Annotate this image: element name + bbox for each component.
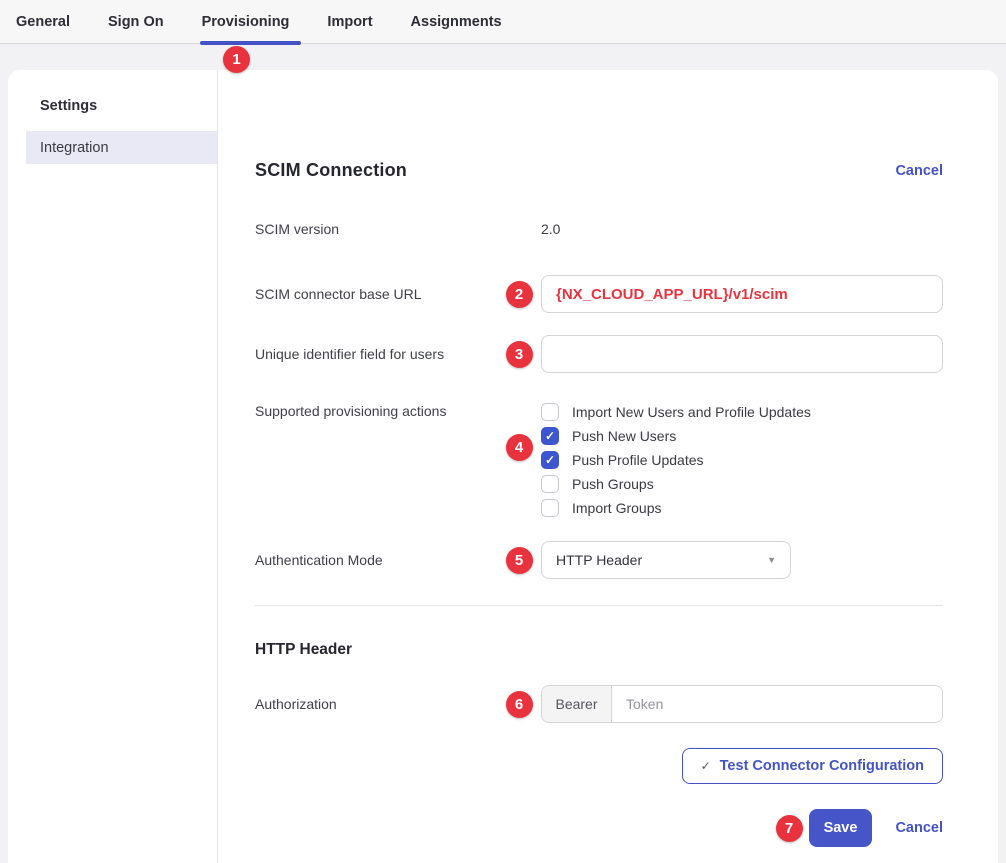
checkbox-icon[interactable] — [541, 499, 559, 517]
unique-id-row: Unique identifier field for users 3 — [255, 335, 943, 373]
checkbox-label: Import New Users and Profile Updates — [572, 404, 811, 420]
tab-assignments[interactable]: Assignments — [411, 0, 502, 43]
settings-sidebar: Settings Integration — [8, 70, 218, 863]
authorization-input-group: Bearer — [541, 685, 943, 723]
provisioning-actions-list: Import New Users and Profile Updates Pus… — [541, 400, 943, 520]
checkbox-push-new-users[interactable]: Push New Users — [541, 424, 943, 448]
checkbox-icon[interactable] — [541, 475, 559, 493]
sidebar-heading: Settings — [40, 98, 217, 114]
annotation-badge-5: 5 — [506, 547, 533, 574]
checkbox-import-new-users-and-profile-updates[interactable]: Import New Users and Profile Updates — [541, 400, 943, 424]
authorization-row: Authorization 6 Bearer — [255, 685, 943, 723]
annotation-badge-2: 2 — [506, 281, 533, 308]
checkbox-icon[interactable] — [541, 403, 559, 421]
test-connector-configuration-button[interactable]: ✓ Test Connector Configuration — [682, 748, 943, 784]
tab-sign-on[interactable]: Sign On — [108, 0, 164, 43]
http-header-heading: HTTP Header — [255, 641, 943, 659]
tab-provisioning[interactable]: Provisioning — [202, 0, 290, 43]
provisioning-actions-label: Supported provisioning actions — [255, 400, 497, 419]
authorization-label: Authorization — [255, 696, 497, 712]
base-url-row: SCIM connector base URL 2 — [255, 275, 943, 313]
cancel-link-bottom[interactable]: Cancel — [895, 820, 943, 836]
auth-mode-label: Authentication Mode — [255, 552, 497, 568]
annotation-badge-4: 4 — [506, 434, 533, 461]
annotation-badge-7: 7 — [776, 815, 803, 842]
checkbox-push-groups[interactable]: Push Groups — [541, 472, 943, 496]
scim-connection-panel: SCIM Connection Cancel SCIM version 2.0 … — [218, 70, 998, 863]
scim-version-value: 2.0 — [541, 221, 943, 237]
annotation-badge-6: 6 — [506, 691, 533, 718]
checkbox-import-groups[interactable]: Import Groups — [541, 496, 943, 520]
annotation-badge-1: 1 — [223, 46, 250, 73]
checkbox-label: Push Profile Updates — [572, 452, 704, 468]
cancel-link-top[interactable]: Cancel — [895, 163, 943, 179]
auth-mode-select[interactable]: HTTP Header ▼ — [541, 541, 791, 579]
tab-general[interactable]: General — [16, 0, 70, 43]
checkbox-icon[interactable] — [541, 427, 559, 445]
checkbox-label: Push Groups — [572, 476, 654, 492]
sidebar-item-integration[interactable]: Integration — [26, 131, 217, 164]
base-url-input[interactable] — [541, 275, 943, 313]
chevron-down-icon: ▼ — [767, 555, 776, 565]
page-title: SCIM Connection — [255, 160, 407, 181]
checkbox-label: Import Groups — [572, 500, 661, 516]
save-button[interactable]: Save — [809, 809, 873, 847]
unique-id-input[interactable] — [541, 335, 943, 373]
footer-actions: 7 Save Cancel — [255, 809, 943, 847]
tab-import[interactable]: Import — [327, 0, 372, 43]
scim-version-label: SCIM version — [255, 221, 497, 237]
base-url-label: SCIM connector base URL — [255, 286, 497, 302]
checkbox-push-profile-updates[interactable]: Push Profile Updates — [541, 448, 943, 472]
test-connector-label: Test Connector Configuration — [720, 758, 924, 774]
annotation-badge-3: 3 — [506, 341, 533, 368]
checkbox-icon[interactable] — [541, 451, 559, 469]
checkbox-label: Push New Users — [572, 428, 676, 444]
app-tab-bar: General Sign On Provisioning Import Assi… — [0, 0, 1006, 44]
auth-mode-selected-value: HTTP Header — [556, 552, 642, 568]
auth-mode-row: Authentication Mode 5 HTTP Header ▼ — [255, 541, 943, 579]
unique-id-label: Unique identifier field for users — [255, 346, 497, 362]
section-divider — [255, 605, 943, 606]
check-icon: ✓ — [701, 759, 711, 773]
provisioning-card: Settings Integration SCIM Connection Can… — [8, 70, 998, 863]
bearer-prefix: Bearer — [542, 686, 612, 722]
provisioning-actions-row: Supported provisioning actions 4 Import … — [255, 400, 943, 520]
token-input[interactable] — [612, 686, 942, 722]
scim-version-row: SCIM version 2.0 — [255, 221, 943, 237]
